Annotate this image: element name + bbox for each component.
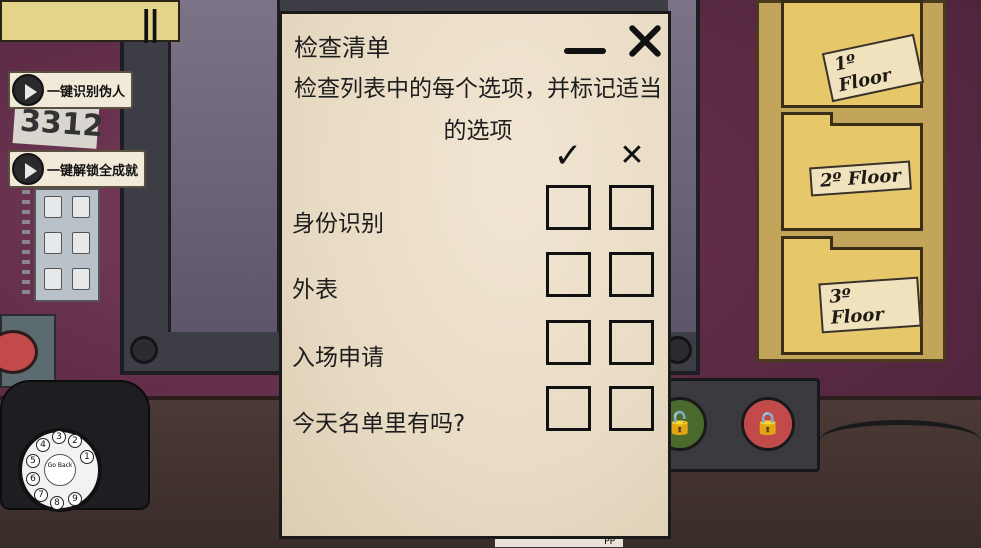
floor-drawer-3[interactable]: 3º Floor — [781, 236, 923, 355]
sticky-note-mark: || — [140, 4, 161, 44]
id-photo — [44, 196, 62, 218]
unlock-achievements-button[interactable]: 一键解锁全成就 — [8, 150, 147, 188]
fail-checkbox-on-list[interactable] — [609, 386, 654, 431]
fail-checkbox-appearance[interactable] — [609, 252, 654, 297]
id-photo — [72, 232, 90, 254]
id-photo-sheet[interactable] — [34, 188, 100, 302]
dial-number[interactable]: 4 — [36, 438, 50, 452]
checklist-title: 检查清单 — [294, 34, 390, 62]
dial-number[interactable]: 8 — [50, 496, 64, 510]
floor-label: 2º Floor — [809, 160, 912, 197]
dial-number[interactable]: 5 — [26, 454, 40, 468]
dial-number[interactable]: 1 — [80, 450, 94, 464]
pass-checkbox-appearance[interactable] — [546, 252, 591, 297]
alarm-box — [0, 314, 56, 388]
check-icon: ✓ — [553, 136, 583, 176]
item-label-identity: 身份识别 — [292, 211, 384, 237]
lock-button[interactable]: 🔒 — [741, 397, 795, 451]
pass-checkbox-identity[interactable] — [546, 185, 591, 230]
sticky-note: || — [0, 0, 180, 44]
pass-checkbox-on-list[interactable] — [546, 386, 591, 431]
item-label-appearance: 外表 — [292, 277, 338, 303]
floor-drawer-2[interactable]: 2º Floor — [781, 112, 923, 231]
item-label-on-list: 今天名单里有吗? — [292, 411, 466, 437]
floor-cabinet: 1º Floor 2º Floor 3º Floor — [756, 0, 946, 362]
dial-center-label[interactable]: Go Back — [44, 454, 76, 486]
lock-panel: 🔓 🔒 — [653, 378, 820, 472]
window-glass-right — [668, 0, 696, 332]
identify-fake-button[interactable]: 一键识别伪人 — [8, 71, 134, 109]
id-photo — [44, 232, 62, 254]
item-label-entry-request: 入场申请 — [292, 345, 384, 371]
dial-number[interactable]: 6 — [26, 472, 40, 486]
lock-icon: 🔒 — [754, 411, 782, 437]
identify-fake-label: 一键识别伪人 — [47, 84, 126, 100]
play-icon — [12, 153, 44, 185]
cable — [820, 420, 980, 460]
window-glass-left — [168, 0, 280, 332]
minimize-icon[interactable] — [564, 48, 606, 54]
floor-label: 1º Floor — [821, 33, 925, 103]
fail-checkbox-identity[interactable] — [609, 185, 654, 230]
floor-label: 3º Floor — [818, 276, 922, 334]
dial-number[interactable]: 2 — [68, 434, 82, 448]
dial-number[interactable]: 7 — [34, 488, 48, 502]
drawer-tab — [781, 236, 833, 250]
id-photo — [44, 268, 62, 290]
dial-number[interactable]: 9 — [68, 492, 82, 506]
id-photo — [72, 268, 90, 290]
phone-dial[interactable]: 1 2 3 4 5 6 7 8 9 0 Go Back — [18, 428, 102, 512]
play-icon — [12, 74, 44, 106]
alarm-button[interactable] — [0, 330, 38, 374]
pass-checkbox-entry-request[interactable] — [546, 320, 591, 365]
notebook-spiral — [22, 190, 30, 300]
id-photo — [72, 196, 90, 218]
close-icon[interactable] — [622, 20, 666, 64]
checklist-panel: 检查清单 检查列表中的每个选项，并标记适当的选项 ✓ ✕ 身份识别 外表 入场申… — [279, 11, 671, 539]
fail-checkbox-entry-request[interactable] — [609, 320, 654, 365]
cross-icon: ✕ — [619, 138, 645, 173]
unlock-achievements-label: 一键解锁全成就 — [47, 163, 139, 179]
dial-number[interactable]: 3 — [52, 430, 66, 444]
window-bolt — [130, 336, 158, 364]
drawer-tab — [781, 112, 833, 126]
floor-drawer-1[interactable]: 1º Floor — [781, 0, 925, 108]
